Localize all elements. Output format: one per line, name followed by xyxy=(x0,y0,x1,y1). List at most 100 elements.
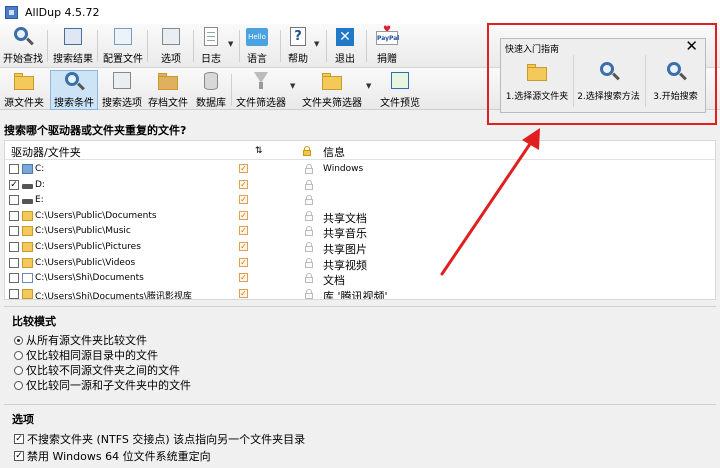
exit-button[interactable]: ✕ 退出 xyxy=(330,26,360,66)
row-info: 共享音乐 xyxy=(323,227,367,241)
sort-icon[interactable]: ⇅ xyxy=(255,146,263,156)
compare-mode-option[interactable]: 仅比较不同源文件夹之间的文件 xyxy=(14,362,180,378)
row-checkbox[interactable] xyxy=(9,242,19,252)
compare-mode-option[interactable]: 从所有源文件夹比较文件 xyxy=(14,332,147,348)
archive-icon xyxy=(156,70,180,92)
lock-icon[interactable] xyxy=(305,288,313,299)
folder-icon xyxy=(22,242,33,252)
row-path: E: xyxy=(35,195,44,206)
tab-database[interactable]: 数据库 xyxy=(193,70,229,110)
drive-icon xyxy=(22,183,33,189)
drive-icon xyxy=(22,199,33,205)
include-subfolders-checkbox[interactable]: ✓ xyxy=(239,242,248,251)
guide-step-select-source[interactable]: 1.选择源文件夹 xyxy=(503,55,571,107)
options-group: 选项 ✓ 不搜索文件夹 (NTFS 交接点) 该点指向另一个文件夹目录 ✓ 禁用… xyxy=(4,404,716,466)
tab-search-criteria[interactable]: 搜索条件 xyxy=(50,70,98,110)
log-dropdown-icon[interactable]: ▼ xyxy=(228,40,233,48)
table-row[interactable]: C:\Users\Public\Music ✓ 共享音乐 xyxy=(5,224,715,240)
row-path: C:\Users\Public\Videos xyxy=(35,257,136,268)
row-checkbox[interactable] xyxy=(9,164,19,174)
include-subfolders-checkbox[interactable]: ✓ xyxy=(239,226,248,236)
row-path: C: xyxy=(35,164,45,174)
file-filter-icon xyxy=(249,70,273,92)
table-row[interactable]: C: ✓ Windows xyxy=(5,162,715,178)
include-subfolders-checkbox[interactable]: ✓ xyxy=(239,195,248,205)
lock-icon[interactable] xyxy=(305,210,313,221)
table-row[interactable]: C:\Users\Shi\Documents ✓ 文档 xyxy=(5,271,715,287)
include-subfolders-checkbox[interactable]: ✓ xyxy=(239,179,248,189)
magnifier-icon xyxy=(664,61,688,83)
magnifier-icon xyxy=(11,26,35,48)
tab-search-options[interactable]: 搜索选项 xyxy=(100,70,144,110)
row-checkbox[interactable] xyxy=(9,210,19,221)
table-row[interactable]: ✓ D: ✓ xyxy=(5,178,715,194)
lock-icon[interactable] xyxy=(305,164,313,174)
lock-icon[interactable] xyxy=(305,273,313,284)
donate-button[interactable]: ♥ PayPal 捐赠 xyxy=(372,25,402,66)
column-path[interactable]: 驱动器/文件夹 xyxy=(11,144,81,160)
tab-folder-filter[interactable]: 文件夹筛选器 xyxy=(300,70,364,110)
lock-icon[interactable] xyxy=(305,242,313,252)
lock-icon[interactable] xyxy=(305,195,313,206)
option-skip-junctions[interactable]: ✓ 不搜索文件夹 (NTFS 交接点) 该点指向另一个文件夹目录 xyxy=(14,431,305,447)
tab-file-preview[interactable]: 文件预览 xyxy=(378,70,422,110)
guide-step-start-search[interactable]: 3.开始搜索 xyxy=(645,55,705,107)
radio-button[interactable] xyxy=(14,380,23,390)
folder-icon xyxy=(22,257,33,268)
search-results-button[interactable]: 搜索结果 xyxy=(50,26,96,66)
radio-button[interactable] xyxy=(14,335,23,345)
start-search-button[interactable]: 开始查找 xyxy=(0,26,46,66)
row-checkbox[interactable] xyxy=(9,273,19,284)
file-filter-dropdown-icon[interactable]: ▼ xyxy=(290,82,295,90)
row-checkbox[interactable] xyxy=(9,226,19,237)
language-icon: Hello xyxy=(245,26,269,48)
database-icon xyxy=(199,70,223,92)
close-icon[interactable]: ✕ xyxy=(685,37,698,55)
tab-source-folder[interactable]: 源文件夹 xyxy=(0,70,48,110)
donate-icon: ♥ PayPal xyxy=(375,25,399,48)
table-row[interactable]: C:\Users\Public\Pictures ✓ 共享图片 xyxy=(5,240,715,256)
row-checkbox[interactable] xyxy=(9,195,19,206)
tab-archive[interactable]: 存档文件 xyxy=(146,70,190,110)
options-button[interactable]: 选项 xyxy=(150,26,192,66)
column-info[interactable]: 信息 xyxy=(323,144,345,160)
table-row[interactable]: C:\Users\Public\Documents ✓ 共享文档 xyxy=(5,209,715,225)
guide-step-select-method[interactable]: 2.选择搜索方法 xyxy=(573,55,643,107)
lock-icon[interactable] xyxy=(305,226,313,237)
option-disable-redirection[interactable]: ✓ 禁用 Windows 64 位文件系统重定向 xyxy=(14,448,211,464)
tab-file-filter[interactable]: 文件筛选器 xyxy=(235,70,287,110)
source-folder-icon xyxy=(525,61,549,83)
include-subfolders-checkbox[interactable]: ✓ xyxy=(239,210,248,220)
include-subfolders-checkbox[interactable]: ✓ xyxy=(239,288,248,298)
folder-filter-dropdown-icon[interactable]: ▼ xyxy=(366,82,371,90)
help-dropdown-icon[interactable]: ▼ xyxy=(314,40,319,48)
table-row[interactable]: C:\Users\Public\Videos ✓ 共享视频 xyxy=(5,256,715,272)
radio-button[interactable] xyxy=(14,350,23,360)
profile-button[interactable]: 配置文件 xyxy=(100,26,146,66)
include-subfolders-checkbox[interactable]: ✓ xyxy=(239,164,248,173)
compare-mode-option[interactable]: 仅比较相同源目录中的文件 xyxy=(14,347,158,363)
include-subfolders-checkbox[interactable]: ✓ xyxy=(239,273,248,283)
search-criteria-icon xyxy=(62,71,86,92)
checkbox[interactable]: ✓ xyxy=(14,434,24,444)
help-button[interactable]: ? 帮助 xyxy=(283,26,313,66)
row-info: 共享文档 xyxy=(323,211,367,225)
row-checkbox[interactable] xyxy=(9,288,19,299)
language-button[interactable]: Hello 语言 xyxy=(242,26,272,66)
lock-column-icon[interactable] xyxy=(303,146,311,156)
row-checkbox[interactable] xyxy=(9,257,19,268)
row-checkbox[interactable]: ✓ xyxy=(9,179,19,190)
include-subfolders-checkbox[interactable]: ✓ xyxy=(239,257,248,267)
log-icon xyxy=(199,26,223,48)
lock-icon[interactable] xyxy=(305,179,313,190)
folder-filter-icon xyxy=(320,70,344,92)
compare-mode-option[interactable]: 仅比较同一源和子文件夹中的文件 xyxy=(14,377,191,393)
lock-icon[interactable] xyxy=(305,257,313,268)
checkbox[interactable]: ✓ xyxy=(14,451,24,461)
quick-start-guide: 快速入门指南 ✕ 1.选择源文件夹 2.选择搜索方法 3.开始搜索 xyxy=(500,37,706,113)
table-row[interactable]: E: ✓ xyxy=(5,193,715,209)
table-row[interactable]: C:\Users\Shi\Documents\腾讯影视库 ✓ 库 '腾讯视频' xyxy=(5,287,715,299)
log-button[interactable]: 日志 xyxy=(196,26,226,66)
folder-icon xyxy=(22,226,33,237)
radio-button[interactable] xyxy=(14,365,23,375)
